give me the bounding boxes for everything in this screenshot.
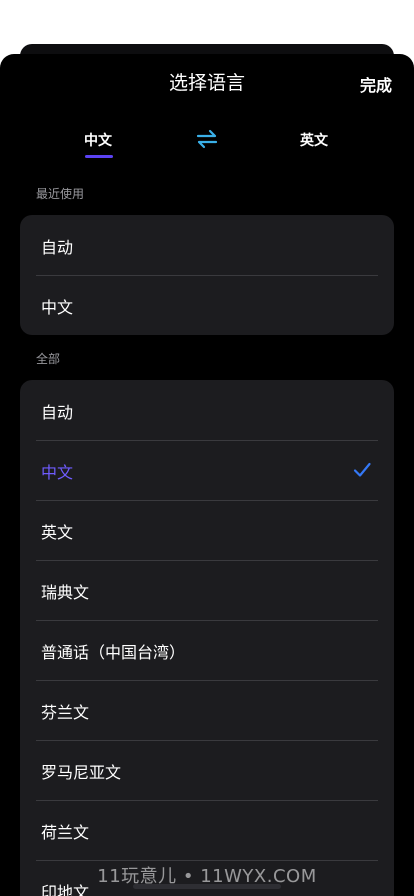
section-label-recent: 最近使用 [36, 187, 85, 201]
done-button[interactable]: 完成 [360, 72, 392, 96]
list-item[interactable]: 芬兰文 [20, 680, 394, 740]
list-item[interactable]: 自动 [20, 380, 394, 440]
list-item-label: 瑞典文 [41, 583, 90, 602]
list-item-selected[interactable]: 中文 [20, 440, 394, 500]
recent-languages-list: 自动 中文 [20, 215, 394, 335]
swap-arrows-icon[interactable] [196, 128, 218, 150]
list-item-label: 自动 [41, 403, 74, 422]
checkmark-icon [353, 462, 371, 477]
source-language-tab[interactable]: 中文 [84, 130, 112, 150]
page-title: 选择语言 [168, 72, 245, 94]
list-item[interactable]: 自动 [20, 215, 394, 275]
list-item-label: 荷兰文 [41, 823, 90, 842]
home-indicator[interactable] [133, 884, 281, 889]
list-item[interactable]: 瑞典文 [20, 560, 394, 620]
list-item[interactable]: 罗马尼亚文 [20, 740, 394, 800]
target-language-tab[interactable]: 英文 [300, 130, 328, 150]
list-item-label: 中文 [41, 298, 74, 317]
language-switch: 中文 英文 [0, 126, 414, 166]
section-label-all: 全部 [36, 352, 61, 366]
all-languages-list: 自动 中文 英文 瑞典文 普通话（中国台湾） 芬兰文 罗马尼亚文 荷兰文 印地文 [20, 380, 394, 896]
list-item-label: 芬兰文 [41, 703, 90, 722]
active-tab-indicator [85, 155, 113, 158]
list-item[interactable]: 普通话（中国台湾） [20, 620, 394, 680]
list-item-label: 普通话（中国台湾） [41, 643, 186, 662]
list-item-label: 自动 [41, 238, 74, 257]
language-picker-sheet: 选择语言 完成 中文 英文 最近使用 自动 中文 全部 自动 中文 英文 瑞典文… [0, 54, 414, 896]
list-item-label: 英文 [41, 523, 74, 542]
list-item[interactable]: 英文 [20, 500, 394, 560]
list-item[interactable]: 荷兰文 [20, 800, 394, 860]
list-item-label: 中文 [41, 463, 74, 482]
sheet-header: 选择语言 完成 [0, 54, 414, 110]
list-item-label: 罗马尼亚文 [41, 763, 122, 782]
list-item[interactable]: 中文 [20, 275, 394, 335]
